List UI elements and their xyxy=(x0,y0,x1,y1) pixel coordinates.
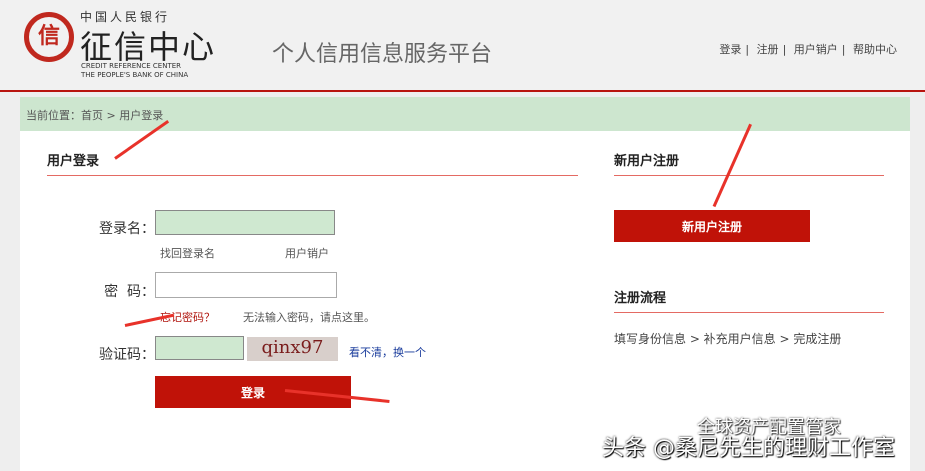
link-register[interactable]: 注册 xyxy=(757,43,779,56)
username-input[interactable] xyxy=(155,210,335,235)
site-title: 个人信用信息服务平台 xyxy=(272,42,493,67)
link-login[interactable]: 登录 xyxy=(719,43,741,56)
logo-en-1: CREDIT REFERENCE CENTER xyxy=(81,62,182,70)
logo-seal-icon: 信 xyxy=(24,12,74,62)
captcha-input[interactable] xyxy=(155,336,244,360)
logo-en: CREDIT REFERENCE CENTER THE PEOPLE'S BANK… xyxy=(81,62,188,80)
captcha-label: 验证码： xyxy=(99,347,155,363)
register-flow: 填写身份信息 > 补充用户信息 > 完成注册 xyxy=(614,332,842,346)
top-links: 登录 | 注册 | 用户销户 | 帮助中心 xyxy=(719,43,897,56)
refresh-captcha-link[interactable]: 看不清，换一个 xyxy=(349,344,426,360)
password-input[interactable] xyxy=(155,272,337,298)
header: 信 中国人民银行 征信中心 CREDIT REFERENCE CENTER THE… xyxy=(0,0,925,92)
breadcrumb: 当前位置：首页 > 用户登录 xyxy=(20,97,910,131)
cannot-input-link[interactable]: 无法输入密码，请点这里。 xyxy=(243,309,375,325)
link-cancel-account[interactable]: 用户销户 xyxy=(794,43,838,56)
register-title: 新用户注册 xyxy=(614,150,884,176)
find-username-link[interactable]: 找回登录名 xyxy=(160,245,215,261)
cancel-account-link[interactable]: 用户销户 xyxy=(285,245,329,261)
watermark-line2: 头条 @桑尼先生的理财工作室 xyxy=(602,436,895,461)
login-title: 用户登录 xyxy=(47,150,578,176)
username-label: 登录名： xyxy=(99,221,155,237)
flow-title: 注册流程 xyxy=(614,287,884,313)
captcha-image[interactable]: qinx97 xyxy=(247,337,338,361)
logo-en-2: THE PEOPLE'S BANK OF CHINA xyxy=(81,71,189,79)
password-label: 密 码： xyxy=(104,284,155,300)
register-button[interactable]: 新用户注册 xyxy=(614,210,810,242)
link-help[interactable]: 帮助中心 xyxy=(853,43,897,56)
